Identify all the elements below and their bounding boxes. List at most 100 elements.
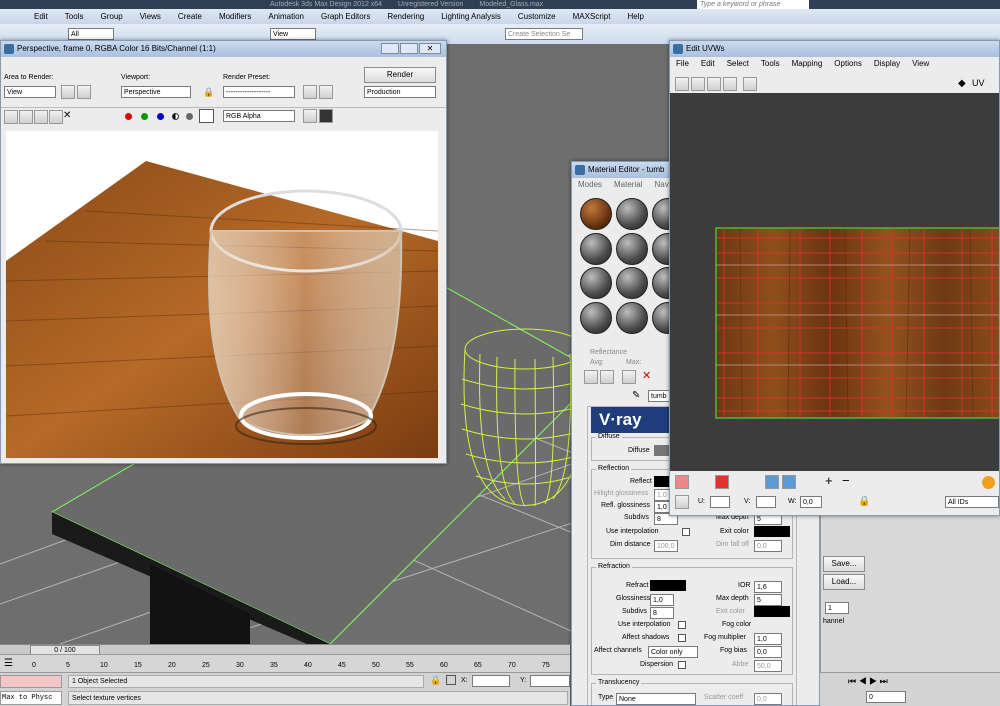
render-preset-dropdown[interactable]: ------------------- [223,86,295,98]
menu-group[interactable]: Group [100,9,122,24]
sample-slot[interactable] [580,267,612,299]
mirror-icon[interactable] [743,77,757,91]
affect-channels-dropdown[interactable]: Color only [648,646,698,658]
y-coord-input[interactable] [530,675,570,687]
menu-views[interactable]: Views [140,9,161,24]
uv-menu-edit[interactable]: Edit [701,59,715,68]
reset-map-icon[interactable] [622,370,636,384]
blue-channel-icon[interactable] [157,113,164,120]
menu-modes[interactable]: Modes [578,180,602,189]
sample-slot-wood[interactable] [580,198,612,230]
checker-icon[interactable]: ◆ [958,78,966,89]
refr-use-interp-checkbox[interactable] [678,621,686,629]
copy-image-icon[interactable] [19,110,33,124]
menu-rendering[interactable]: Rendering [387,9,424,24]
sample-slot[interactable] [616,198,648,230]
align-vertical-icon[interactable] [782,475,796,489]
uv-editor-canvas[interactable] [670,93,999,471]
menu-customize[interactable]: Customize [518,9,556,24]
plus-icon[interactable]: + [825,473,833,488]
maxscript-listener[interactable] [0,675,62,688]
playback-controls-icon[interactable]: ⏮ ◀ ▶ ⏭ [848,676,888,687]
current-frame-input[interactable]: 0 [866,691,906,703]
lock-selection-icon[interactable]: 🔒 [858,496,870,507]
sample-slot[interactable] [580,301,612,334]
ids-dropdown[interactable]: All IDs [945,496,999,508]
type-dropdown[interactable]: None [616,693,696,705]
timeline-track[interactable]: ☰ 0 5 10 15 20 25 30 35 40 45 50 55 60 65 70 75 [0,654,570,672]
menu-animation[interactable]: Animation [268,9,304,24]
scatter-input[interactable]: 0,0 [754,693,782,705]
move-icon[interactable] [675,77,689,91]
scale-icon[interactable] [707,77,721,91]
load-button[interactable]: Load... [823,574,865,590]
minus-icon[interactable]: − [842,473,850,488]
select-mode-icon[interactable] [675,475,689,489]
minimize-icon[interactable] [381,43,399,54]
channel-dropdown[interactable]: RGB Alpha [223,110,295,122]
uv-menu-options[interactable]: Options [834,59,862,68]
curve-editor-icon[interactable]: ☰ [4,658,13,669]
fog-mult-input[interactable]: 1,0 [754,633,782,645]
assign-material-icon[interactable] [600,370,614,384]
refr-exit-color-swatch[interactable] [754,606,790,617]
menu-edit[interactable]: Edit [34,9,48,24]
search-input[interactable]: Type a keyword or phrase [697,0,809,9]
print-icon[interactable] [49,110,63,124]
menu-modifiers[interactable]: Modifiers [219,9,251,24]
swatch-icon[interactable] [199,109,214,123]
sample-slot[interactable] [616,301,648,334]
fog-bias-input[interactable]: 0,0 [754,646,782,658]
dim-distance-input[interactable]: 100,0 [654,540,678,552]
selection-filter-dropdown[interactable]: All [68,28,114,40]
dim-falloff-input[interactable]: 0,0 [754,540,782,552]
display-toggle-icon[interactable] [303,109,317,123]
sample-slot[interactable] [616,267,648,299]
close-icon[interactable]: ✕ [419,43,441,54]
lock-icon[interactable]: 🔒 [203,87,214,98]
ior-input[interactable]: 1,6 [754,581,782,593]
delete-icon[interactable]: ✕ [642,369,651,382]
affect-shadows-checkbox[interactable] [678,634,686,642]
uv-menu-file[interactable]: File [676,59,689,68]
menu-maxscript[interactable]: MAXScript [573,9,611,24]
uv-menu-tools[interactable]: Tools [761,59,780,68]
render-setup-icon[interactable] [303,85,317,99]
u-input[interactable] [710,496,730,508]
eyedropper-icon[interactable]: ✎ [632,390,640,401]
save-button[interactable]: Save... [823,556,865,572]
maximize-icon[interactable] [400,43,418,54]
menu-material[interactable]: Material [614,180,642,189]
menu-graph-editors[interactable]: Graph Editors [321,9,370,24]
options-icon[interactable] [982,476,995,489]
x-coord-input[interactable] [472,675,510,687]
green-channel-icon[interactable] [141,113,148,120]
glossiness-input[interactable]: 1,0 [650,594,674,606]
rotate-icon[interactable] [691,77,705,91]
v-input[interactable] [756,496,776,508]
abbe-input[interactable]: 50,0 [754,660,782,672]
clone-frame-icon[interactable] [34,110,48,124]
align-horizontal-icon[interactable] [765,475,779,489]
refr-subdivs-input[interactable]: 8 [650,607,674,619]
uv-menu-mapping[interactable]: Mapping [792,59,823,68]
refr-max-depth-input[interactable]: 5 [754,594,782,606]
environment-icon[interactable] [319,85,333,99]
menu-lighting-analysis[interactable]: Lighting Analysis [441,9,501,24]
save-image-icon[interactable] [4,110,18,124]
refract-swatch[interactable] [650,580,686,591]
render-button[interactable]: Render [364,67,436,83]
w-input[interactable]: 0,0 [800,496,822,508]
uv-menu-select[interactable]: Select [727,59,749,68]
menu-tools[interactable]: Tools [65,9,84,24]
monochrome-icon[interactable] [186,113,193,120]
absolute-mode-transform-icon[interactable] [446,675,456,685]
edit-region-icon[interactable] [61,85,75,99]
auto-region-icon[interactable] [77,85,91,99]
clear-icon[interactable]: ✕ [63,110,71,121]
selection-set-input[interactable]: Create Selection Se [505,28,583,40]
reference-coord-dropdown[interactable]: View [270,28,316,40]
maxscript-input[interactable]: Max to Physc [0,691,62,705]
menu-help[interactable]: Help [627,9,643,24]
selection-lock-icon[interactable]: 🔒 [430,675,441,686]
